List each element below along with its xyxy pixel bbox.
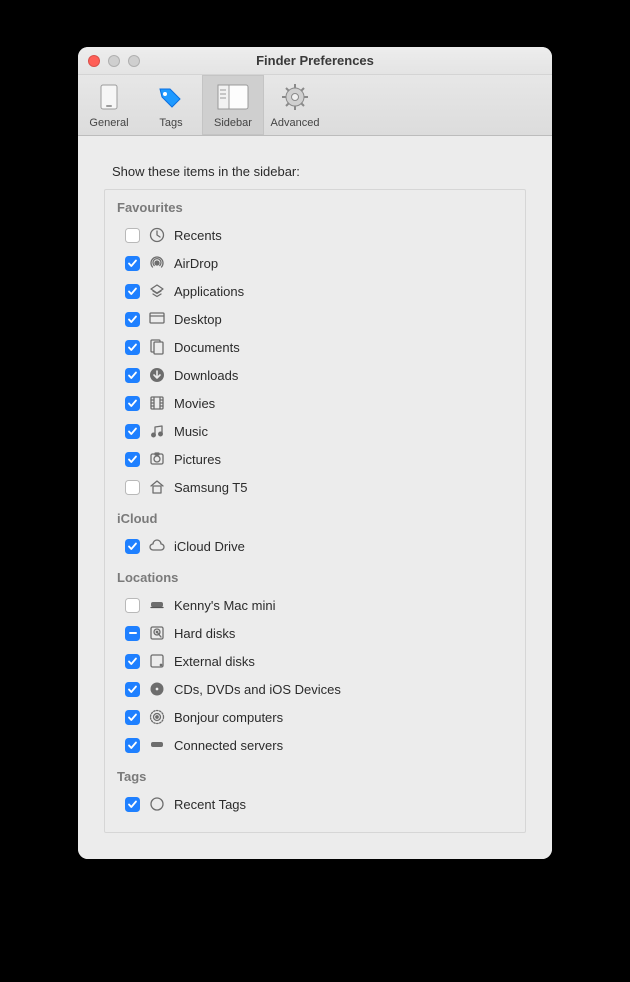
item-label: External disks	[174, 654, 255, 669]
item-label: AirDrop	[174, 256, 218, 271]
disc-icon	[148, 680, 166, 698]
bonjour-icon	[148, 708, 166, 726]
checkbox[interactable]	[125, 228, 140, 243]
checkbox[interactable]	[125, 452, 140, 467]
sidebar-pref-row: Movies	[115, 389, 515, 417]
desktop-icon	[148, 310, 166, 328]
item-label: Applications	[174, 284, 244, 299]
tagcircle-icon	[148, 795, 166, 813]
preferences-window: Finder Preferences General Tags Sidebar …	[78, 47, 552, 859]
music-icon	[148, 422, 166, 440]
item-label: Desktop	[174, 312, 222, 327]
downloads-icon	[148, 366, 166, 384]
checkbox[interactable]	[125, 539, 140, 554]
sidebar-pref-row: iCloud Drive	[115, 532, 515, 560]
item-label: Documents	[174, 340, 240, 355]
item-label: CDs, DVDs and iOS Devices	[174, 682, 341, 697]
checkbox[interactable]	[125, 284, 140, 299]
checkbox[interactable]	[125, 654, 140, 669]
minimize-icon[interactable]	[108, 55, 120, 67]
sidebar-pref-row: External disks	[115, 647, 515, 675]
group-header-icloud: iCloud	[117, 511, 515, 526]
home-icon	[148, 478, 166, 496]
cloud-icon	[148, 537, 166, 555]
group-header-locations: Locations	[117, 570, 515, 585]
item-label: iCloud Drive	[174, 539, 245, 554]
tab-label: General	[78, 117, 140, 129]
item-label: Hard disks	[174, 626, 235, 641]
sidebar-pref-row: Bonjour computers	[115, 703, 515, 731]
sidebar-items-panel: Favourites Recents AirDrop Applications Desk…	[104, 189, 526, 833]
checkbox[interactable]	[125, 738, 140, 753]
group-header-tags: Tags	[117, 769, 515, 784]
item-label: Recents	[174, 228, 222, 243]
close-icon[interactable]	[88, 55, 100, 67]
sidebar-pref-row: Documents	[115, 333, 515, 361]
harddisk-icon	[148, 624, 166, 642]
general-icon	[93, 81, 125, 113]
checkbox[interactable]	[125, 256, 140, 271]
sidebar-pref-row: Hard disks	[115, 619, 515, 647]
titlebar[interactable]: Finder Preferences	[78, 47, 552, 75]
gear-icon	[279, 81, 311, 113]
item-label: Samsung T5	[174, 480, 247, 495]
item-label: Recent Tags	[174, 797, 246, 812]
sidebar-pref-row: Connected servers	[115, 731, 515, 759]
sidebar-pref-row: Recents	[115, 221, 515, 249]
content-area: Show these items in the sidebar: Favouri…	[78, 136, 552, 859]
sidebar-pref-row: Desktop	[115, 305, 515, 333]
item-label: Bonjour computers	[174, 710, 283, 725]
traffic-lights	[88, 55, 140, 67]
checkbox[interactable]	[125, 368, 140, 383]
external-icon	[148, 652, 166, 670]
checkbox[interactable]	[125, 598, 140, 613]
zoom-icon[interactable]	[128, 55, 140, 67]
item-label: Music	[174, 424, 208, 439]
checkbox[interactable]	[125, 797, 140, 812]
item-label: Pictures	[174, 452, 221, 467]
window-title: Finder Preferences	[256, 53, 374, 68]
sidebar-pref-row: Samsung T5	[115, 473, 515, 501]
item-label: Movies	[174, 396, 215, 411]
apps-icon	[148, 282, 166, 300]
checkbox[interactable]	[125, 396, 140, 411]
sidebar-pref-row: CDs, DVDs and iOS Devices	[115, 675, 515, 703]
tab-advanced[interactable]: Advanced	[264, 75, 326, 135]
toolbar: General Tags Sidebar Advanced	[78, 75, 552, 136]
sidebar-icon	[217, 81, 249, 113]
checkbox[interactable]	[125, 626, 140, 641]
tab-sidebar[interactable]: Sidebar	[202, 75, 264, 135]
item-label: Downloads	[174, 368, 238, 383]
sidebar-pref-row: Recent Tags	[115, 790, 515, 818]
checkbox[interactable]	[125, 682, 140, 697]
sidebar-pref-row: Pictures	[115, 445, 515, 473]
tags-icon	[155, 81, 187, 113]
clock-icon	[148, 226, 166, 244]
section-heading: Show these items in the sidebar:	[112, 164, 526, 179]
documents-icon	[148, 338, 166, 356]
sidebar-pref-row: Music	[115, 417, 515, 445]
group-header-favourites: Favourites	[117, 200, 515, 215]
checkbox[interactable]	[125, 424, 140, 439]
sidebar-pref-row: Kenny's Mac mini	[115, 591, 515, 619]
item-label: Kenny's Mac mini	[174, 598, 275, 613]
sidebar-pref-row: AirDrop	[115, 249, 515, 277]
tab-tags[interactable]: Tags	[140, 75, 202, 135]
tab-label: Tags	[140, 117, 202, 129]
checkbox[interactable]	[125, 480, 140, 495]
tab-label: Advanced	[264, 117, 326, 129]
tab-label: Sidebar	[202, 117, 264, 129]
checkbox[interactable]	[125, 710, 140, 725]
sidebar-pref-row: Applications	[115, 277, 515, 305]
movies-icon	[148, 394, 166, 412]
checkbox[interactable]	[125, 340, 140, 355]
item-label: Connected servers	[174, 738, 283, 753]
macmini-icon	[148, 596, 166, 614]
sidebar-pref-row: Downloads	[115, 361, 515, 389]
server-icon	[148, 736, 166, 754]
checkbox[interactable]	[125, 312, 140, 327]
pictures-icon	[148, 450, 166, 468]
airdrop-icon	[148, 254, 166, 272]
tab-general[interactable]: General	[78, 75, 140, 135]
